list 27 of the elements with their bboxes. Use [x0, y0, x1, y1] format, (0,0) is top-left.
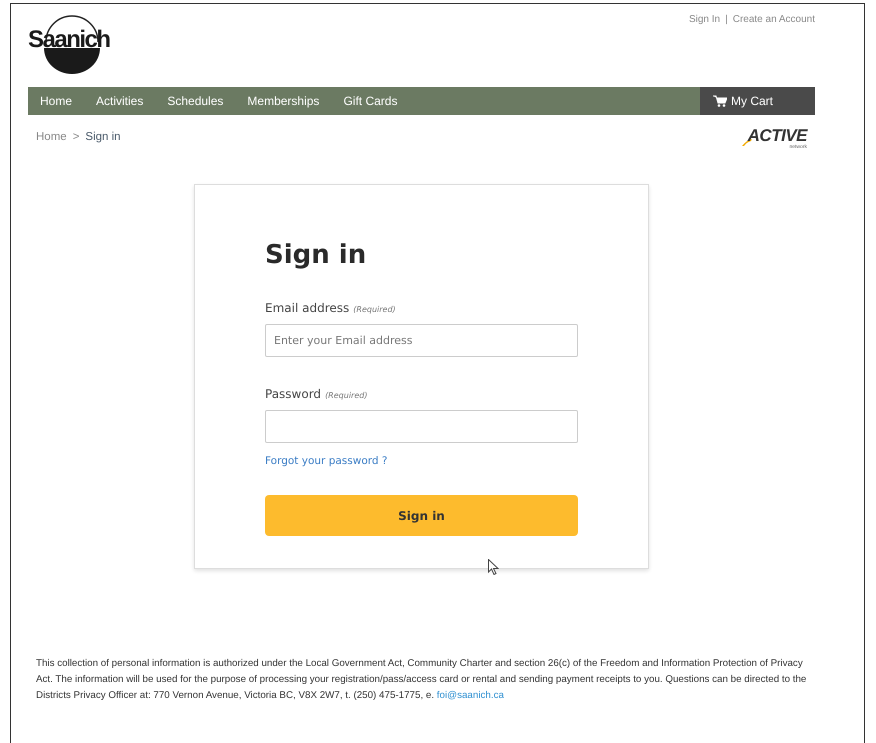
- separator: |: [725, 14, 728, 27]
- partner-logo-text: ACTIVE: [748, 127, 807, 144]
- email-link[interactable]: foi@saanich.ca: [436, 690, 504, 701]
- required-note: (Required): [353, 305, 396, 314]
- required-note: (Required): [325, 391, 368, 400]
- nav-link[interactable]: Memberships: [247, 87, 320, 115]
- breadcrumb-current: Sign in: [85, 131, 121, 143]
- sign-in-button[interactable]: Sign in: [265, 495, 578, 536]
- breadcrumb-separator: >: [72, 131, 80, 143]
- nav-link[interactable]: Gift Cards: [343, 87, 398, 115]
- field-label: Password: [265, 387, 322, 401]
- cart-icon: [713, 95, 727, 107]
- password-field[interactable]: [265, 410, 578, 443]
- form-title: Sign in: [265, 239, 368, 272]
- breadcrumb-link[interactable]: Home: [36, 131, 67, 143]
- cart-button[interactable]: My Cart: [700, 87, 815, 115]
- email-field[interactable]: Enter your Email address: [265, 324, 578, 357]
- logo-text[interactable]: Saanich: [28, 26, 110, 54]
- nav-link[interactable]: Home: [40, 87, 72, 115]
- nav-link[interactable]: Schedules: [167, 87, 224, 115]
- field-label: Email address: [265, 301, 350, 315]
- account-link[interactable]: Sign In: [688, 14, 720, 28]
- cursor-icon: [488, 559, 499, 575]
- nav-link[interactable]: Activities: [96, 87, 144, 115]
- account-link[interactable]: Create an Account: [732, 14, 815, 28]
- forgot-password-link[interactable]: Forgot your password ?: [265, 455, 388, 467]
- privacy-notice: This collection of personal information is authorized under the Local Government Act, Community Charter and section 26(c) of the Freedom and Information Protection of Privacy Act. The information will be used for the purpose of processing your registration/pass/access card or rental and sending payment receipts to you. Questions can be directed to the Districts Privacy Officer at: 770 Vernon Avenue, Victoria BC, V8X 2W7, t. (250) 475-1775, e. foi@saanich.ca: [36, 657, 808, 703]
